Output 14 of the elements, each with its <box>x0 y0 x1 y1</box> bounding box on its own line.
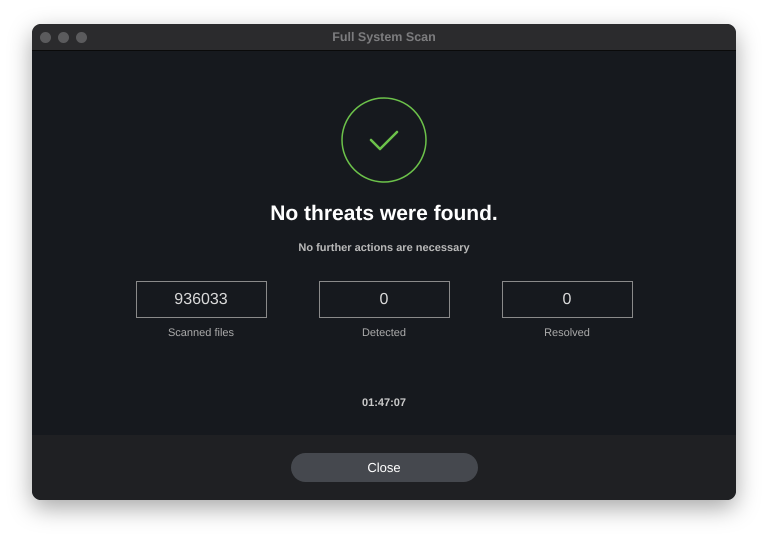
minimize-window-button[interactable] <box>58 32 69 42</box>
stat-label: Detected <box>362 327 406 339</box>
stat-value: 936033 <box>136 281 266 318</box>
result-subtitle: No further actions are necessary <box>298 242 470 254</box>
result-heading: No threats were found. <box>270 202 498 226</box>
stat-value: 0 <box>502 281 632 318</box>
close-window-button[interactable] <box>40 32 51 42</box>
window-title: Full System Scan <box>332 30 436 44</box>
stat-label: Scanned files <box>168 327 234 339</box>
zoom-window-button[interactable] <box>76 32 87 42</box>
stat-label: Resolved <box>544 327 590 339</box>
stat-value: 0 <box>318 281 450 318</box>
close-button[interactable]: Close <box>290 453 478 482</box>
elapsed-time: 01:47:07 <box>362 397 406 409</box>
